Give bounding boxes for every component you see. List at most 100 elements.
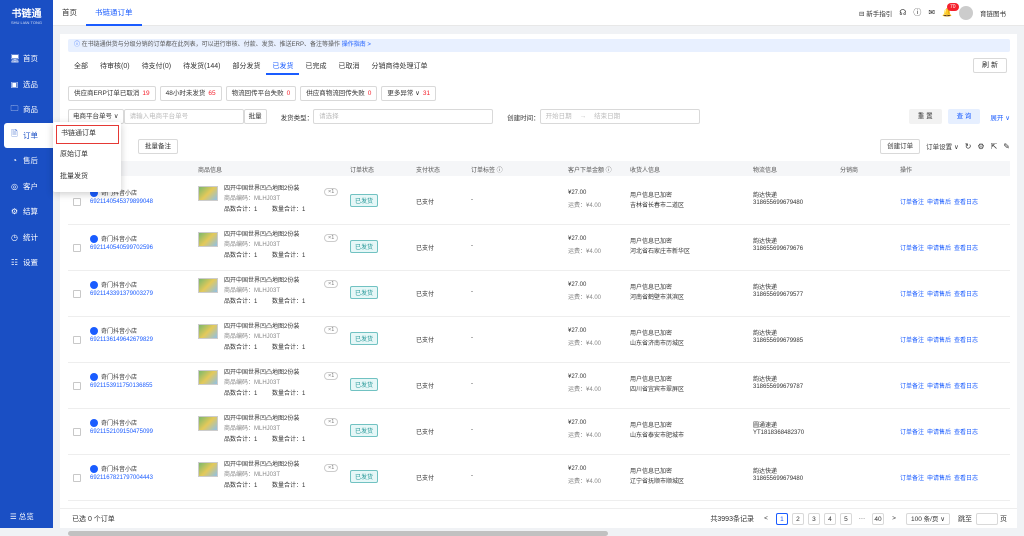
guide-doc-link[interactable]: 操作指南 >	[342, 42, 371, 48]
sidebar-item[interactable]: ◷ 统计	[0, 225, 53, 251]
page-button[interactable]: 40	[871, 512, 884, 525]
product-title[interactable]: 四开中国世界凹凸地图2份装	[224, 459, 299, 468]
prev-page-button[interactable]: <	[760, 513, 772, 525]
page-button[interactable]: 4	[823, 512, 836, 525]
row-checkbox[interactable]	[73, 198, 81, 206]
action-link[interactable]: 查看日志	[954, 338, 978, 344]
page-size-select[interactable]: 100 条/页 ∨	[905, 512, 950, 525]
message-icon[interactable]: ✉	[928, 8, 935, 17]
order-number-link[interactable]: 6921153911750136855	[90, 383, 153, 389]
sidebar-item[interactable]: 🗎 订单	[4, 122, 53, 148]
batch-button[interactable]: 批量	[243, 109, 267, 124]
row-checkbox[interactable]	[73, 290, 81, 298]
batch-note-button[interactable]: 批量备注	[138, 138, 178, 154]
goto-page-input[interactable]	[976, 512, 998, 525]
sidebar-item[interactable]: 🗀 商品	[0, 97, 53, 123]
product-title[interactable]: 四开中国世界凹凸地图2份装	[224, 183, 299, 192]
action-link[interactable]: 申请售后	[927, 200, 951, 206]
refresh-button[interactable]: 刷 新	[973, 58, 1007, 73]
reset-button[interactable]: 重 置	[908, 109, 942, 124]
status-tab[interactable]: 已发货	[266, 58, 300, 75]
edit-icon[interactable]: ✎	[1003, 142, 1010, 151]
sidebar-item[interactable]: ⚙ 结算	[0, 199, 53, 225]
horizontal-scrollbar[interactable]	[68, 531, 608, 536]
action-link[interactable]: 订单备注	[900, 338, 924, 344]
order-number-link[interactable]: 6921167821797004443	[90, 475, 153, 481]
page-button[interactable]: 3	[807, 512, 820, 525]
product-title[interactable]: 四开中国世界凹凸地图2份装	[224, 275, 299, 284]
platform-no-input[interactable]: 请输入电商平台单号	[123, 109, 244, 124]
sidebar-item[interactable]: ◔ 售后	[0, 148, 53, 174]
date-range-picker[interactable]: 开始日期 → 结束日期	[539, 109, 700, 124]
page-button[interactable]: 1	[775, 512, 788, 525]
status-tab[interactable]: 分销商待处理订单	[365, 58, 433, 75]
action-link[interactable]: 查看日志	[954, 384, 978, 390]
action-link[interactable]: 申请售后	[927, 476, 951, 482]
export-icon[interactable]: ⇱	[991, 142, 998, 151]
expand-button[interactable]: 展开 ∨	[990, 112, 1010, 122]
action-link[interactable]: 申请售后	[927, 292, 951, 298]
status-tab[interactable]: 部分发货	[226, 58, 266, 75]
bell-icon[interactable]: 🔔 70	[942, 3, 959, 17]
product-title[interactable]: 四开中国世界凹凸地图2份装	[224, 413, 299, 422]
exception-chip[interactable]: 物流回传平台失败 0	[225, 86, 297, 101]
user-name[interactable]: 育链图书	[980, 8, 1006, 18]
submenu-item[interactable]: 批量发货	[53, 166, 121, 188]
action-link[interactable]: 订单备注	[900, 246, 924, 252]
action-link[interactable]: 查看日志	[954, 476, 978, 482]
guide-link[interactable]: ⊟ 新手指引	[859, 8, 892, 18]
sidebar-item[interactable]: 🖥 首页	[0, 46, 53, 72]
create-order-button[interactable]: 创建订单	[880, 138, 921, 154]
avatar[interactable]	[959, 5, 973, 20]
reload-icon[interactable]: ↻	[965, 142, 972, 151]
action-link[interactable]: 订单备注	[900, 384, 924, 390]
page-button[interactable]: 5	[839, 512, 852, 525]
tab-home[interactable]: 首页	[53, 0, 86, 26]
sidebar-item[interactable]: ◎ 客户	[0, 174, 53, 200]
sidebar-overview[interactable]: ☰ 总览	[10, 511, 34, 522]
page-button[interactable]: ···	[856, 513, 868, 525]
product-title[interactable]: 四开中国世界凹凸地图2份装	[224, 321, 299, 330]
status-tab[interactable]: 全部	[68, 58, 94, 75]
headset-icon[interactable]: ☊	[899, 8, 906, 17]
product-title[interactable]: 四开中国世界凹凸地图2份装	[224, 229, 299, 238]
order-number-link[interactable]: 6921152109150475099	[90, 429, 153, 435]
action-link[interactable]: 申请售后	[927, 246, 951, 252]
gear-icon[interactable]: ⚙	[977, 142, 984, 151]
order-number-link[interactable]: 6921136149642679829	[90, 337, 153, 343]
help-icon[interactable]: ⓘ	[913, 7, 921, 18]
ship-type-select[interactable]: 请选择	[313, 109, 494, 124]
status-tab[interactable]: 已取消	[332, 58, 365, 75]
action-link[interactable]: 查看日志	[954, 200, 978, 206]
order-settings-button[interactable]: 订单设置 ∨	[926, 141, 959, 151]
action-link[interactable]: 申请售后	[927, 384, 951, 390]
page-button[interactable]: 2	[791, 512, 804, 525]
next-page-button[interactable]: >	[888, 513, 900, 525]
action-link[interactable]: 订单备注	[900, 430, 924, 436]
row-checkbox[interactable]	[73, 336, 81, 344]
tab-orders[interactable]: 书链通订单	[86, 0, 142, 26]
submenu-item[interactable]: 原始订单	[53, 144, 121, 166]
status-tab[interactable]: 待发货(144)	[177, 58, 226, 75]
query-button[interactable]: 查 询	[947, 109, 981, 124]
exception-chip[interactable]: 48小时未发货 65	[159, 86, 222, 101]
status-tab[interactable]: 待支付(0)	[136, 58, 178, 75]
status-tab[interactable]: 已完成	[299, 58, 332, 75]
product-title[interactable]: 四开中国世界凹凸地图2份装	[224, 367, 299, 376]
sidebar-item[interactable]: ☷ 设置	[0, 250, 53, 276]
action-link[interactable]: 申请售后	[927, 338, 951, 344]
row-checkbox[interactable]	[73, 428, 81, 436]
row-checkbox[interactable]	[73, 474, 81, 482]
row-checkbox[interactable]	[73, 382, 81, 390]
action-link[interactable]: 查看日志	[954, 246, 978, 252]
action-link[interactable]: 订单备注	[900, 200, 924, 206]
submenu-item[interactable]: 书链通订单	[56, 125, 119, 144]
row-checkbox[interactable]	[73, 244, 81, 252]
order-number-link[interactable]: 6921140540599702596	[90, 245, 153, 251]
order-number-link[interactable]: 6921140545379899048	[90, 199, 153, 205]
sidebar-item[interactable]: ▣ 选品	[0, 72, 53, 98]
exception-chip[interactable]: 供应商物流回传失败 0	[300, 86, 378, 101]
exception-chip[interactable]: 供应商ERP订单已取消 19	[68, 86, 156, 101]
action-link[interactable]: 查看日志	[954, 430, 978, 436]
action-link[interactable]: 订单备注	[900, 292, 924, 298]
